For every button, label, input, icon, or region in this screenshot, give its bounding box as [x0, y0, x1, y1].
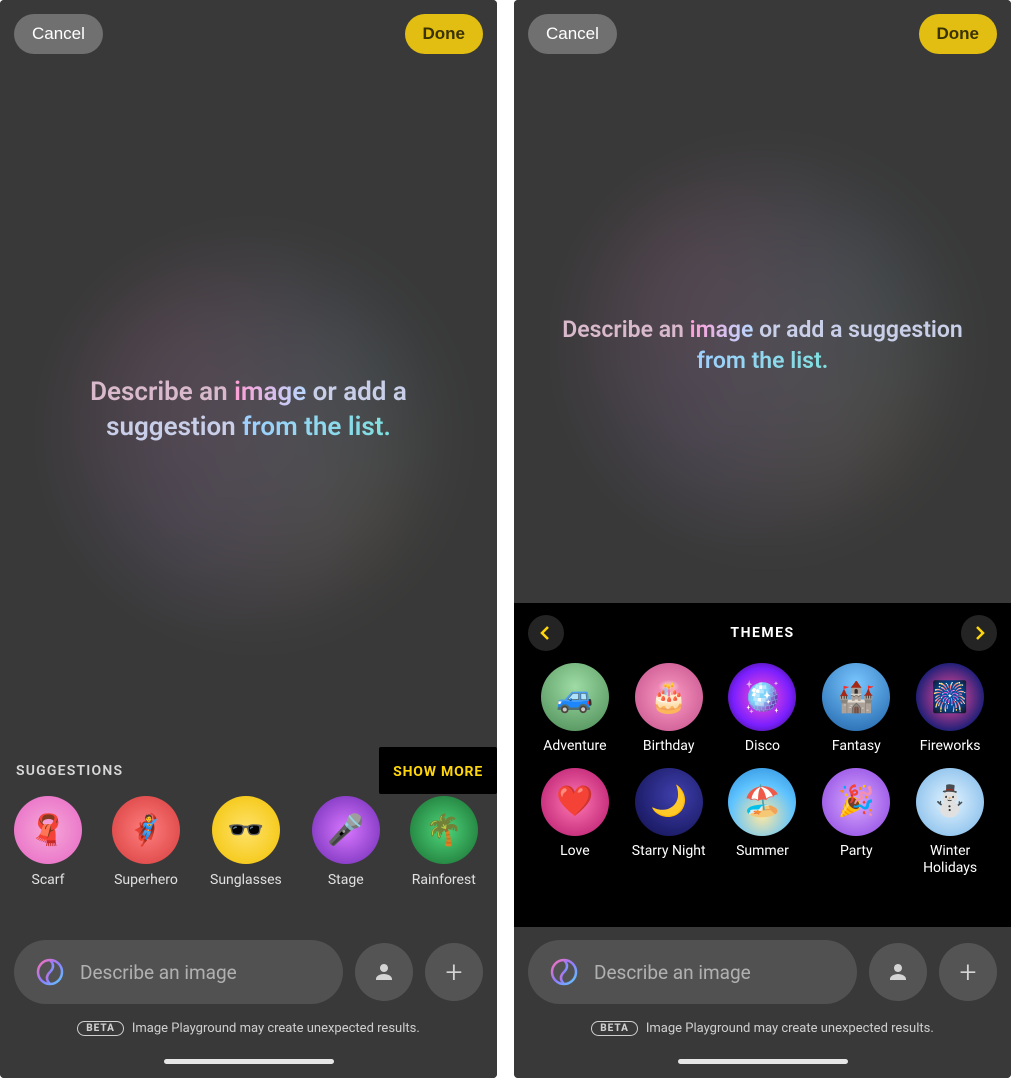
suggestion-label: Superhero — [114, 872, 178, 888]
done-button[interactable]: Done — [919, 14, 998, 54]
prompt-input[interactable]: Describe an image — [528, 940, 857, 1004]
theme-label: Love — [560, 843, 590, 861]
suggestion-stage[interactable]: 🎤 Stage — [312, 796, 380, 888]
theme-label: Fantasy — [832, 738, 881, 756]
theme-label: Starry Night — [632, 843, 706, 861]
theme-party[interactable]: 🎉 Party — [810, 768, 902, 878]
chevron-right-icon — [971, 625, 987, 641]
rainforest-icon: 🌴 — [410, 796, 478, 864]
beta-badge: BETA — [77, 1021, 124, 1036]
winter-holidays-icon: ⛄ — [916, 768, 984, 836]
theme-label: Adventure — [543, 738, 606, 756]
hero-text-part4: from the list. — [242, 412, 391, 442]
suggestion-rainforest[interactable]: 🌴 Rainforest — [410, 796, 478, 888]
hero-prompt: Describe an image or add a suggestion fr… — [0, 375, 497, 445]
intelligence-icon — [546, 954, 582, 990]
home-indicator[interactable] — [164, 1059, 334, 1064]
superhero-icon: 🦸 — [112, 796, 180, 864]
theme-label: Winter Holidays — [904, 843, 996, 878]
suggestions-title: SUGGESTIONS — [16, 763, 123, 779]
suggestion-label: Rainforest — [412, 872, 476, 888]
screen-suggestions: Cancel Done Describe an image or add a s… — [0, 0, 497, 1078]
person-icon — [372, 960, 396, 984]
hero-text-part4: from the list. — [697, 347, 829, 374]
person-icon — [886, 960, 910, 984]
add-button[interactable]: + — [425, 943, 483, 1001]
chevron-left-icon — [538, 625, 554, 641]
done-button[interactable]: Done — [405, 14, 484, 54]
stage-icon: 🎤 — [312, 796, 380, 864]
theme-starry-night[interactable]: 🌙 Starry Night — [623, 768, 715, 878]
hero-text-part3: or add a suggestion — [753, 316, 962, 343]
prompt-input[interactable]: Describe an image — [14, 940, 343, 1004]
theme-label: Fireworks — [920, 738, 981, 756]
theme-love[interactable]: ❤️ Love — [529, 768, 621, 878]
screen-themes: Cancel Done Describe an image or add a s… — [514, 0, 1011, 1078]
suggestion-label: Scarf — [32, 872, 65, 888]
suggestion-label: Stage — [328, 872, 364, 888]
fireworks-icon: 🎆 — [916, 663, 984, 731]
person-button[interactable] — [869, 943, 927, 1001]
summer-icon: 🏖️ — [728, 768, 796, 836]
theme-fantasy[interactable]: 🏰 Fantasy — [810, 663, 902, 756]
cancel-button[interactable]: Cancel — [14, 14, 103, 54]
hero-prompt: Describe an image or add a suggestion fr… — [514, 314, 1011, 376]
add-button[interactable]: + — [939, 943, 997, 1001]
hero-text-part2: image — [690, 316, 754, 343]
show-more-button[interactable]: SHOW MORE — [393, 764, 483, 780]
beta-badge: BETA — [591, 1021, 638, 1036]
person-button[interactable] — [355, 943, 413, 1001]
cancel-button[interactable]: Cancel — [528, 14, 617, 54]
hero-text-part2: image — [234, 377, 306, 407]
themes-prev-button[interactable] — [528, 615, 564, 651]
home-indicator[interactable] — [678, 1059, 848, 1064]
themes-panel: THEMES 🚙 Adventure 🎂 Birthday 🪩 Disco — [514, 603, 1011, 927]
prompt-placeholder: Describe an image — [594, 961, 751, 984]
starry-night-icon: 🌙 — [635, 768, 703, 836]
beta-text: Image Playground may create unexpected r… — [646, 1021, 934, 1036]
party-icon: 🎉 — [822, 768, 890, 836]
theme-adventure[interactable]: 🚙 Adventure — [529, 663, 621, 756]
prompt-placeholder: Describe an image — [80, 961, 237, 984]
theme-birthday[interactable]: 🎂 Birthday — [623, 663, 715, 756]
theme-label: Party — [840, 843, 873, 861]
theme-winter-holidays[interactable]: ⛄ Winter Holidays — [904, 768, 996, 878]
scarf-icon: 🧣 — [14, 796, 82, 864]
theme-label: Disco — [745, 738, 780, 756]
suggestions-row: 🧣 Scarf 🦸 Superhero 🕶️ Sunglasses 🎤 Stag… — [14, 796, 497, 888]
suggestion-scarf[interactable]: 🧣 Scarf — [14, 796, 82, 888]
intelligence-icon — [32, 954, 68, 990]
theme-label: Birthday — [643, 738, 695, 756]
theme-fireworks[interactable]: 🎆 Fireworks — [904, 663, 996, 756]
plus-icon: + — [446, 955, 463, 990]
disco-icon: 🪩 — [728, 663, 796, 731]
love-icon: ❤️ — [541, 768, 609, 836]
theme-disco[interactable]: 🪩 Disco — [716, 663, 808, 756]
theme-label: Summer — [736, 843, 789, 861]
birthday-icon: 🎂 — [635, 663, 703, 731]
plus-icon: + — [960, 955, 977, 990]
fantasy-icon: 🏰 — [822, 663, 890, 731]
suggestion-superhero[interactable]: 🦸 Superhero — [112, 796, 180, 888]
adventure-icon: 🚙 — [541, 663, 609, 731]
suggestion-label: Sunglasses — [210, 872, 282, 888]
sunglasses-icon: 🕶️ — [212, 796, 280, 864]
themes-title: THEMES — [730, 625, 794, 641]
beta-text: Image Playground may create unexpected r… — [132, 1021, 420, 1036]
hero-text-part1: Describe an — [90, 377, 234, 407]
show-more-container: SHOW MORE — [379, 747, 497, 794]
themes-next-button[interactable] — [961, 615, 997, 651]
suggestion-sunglasses[interactable]: 🕶️ Sunglasses — [210, 796, 282, 888]
hero-text-part1: Describe an — [562, 316, 689, 343]
theme-summer[interactable]: 🏖️ Summer — [716, 768, 808, 878]
